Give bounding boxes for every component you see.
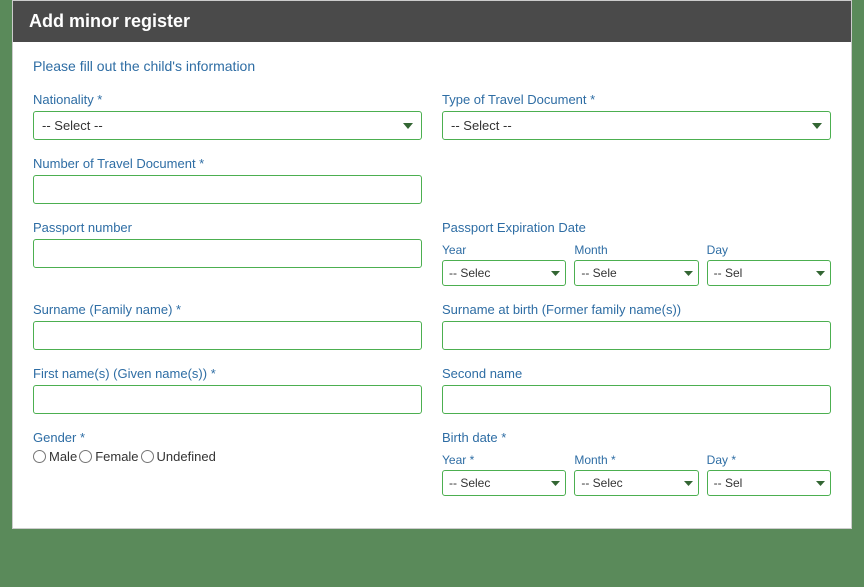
second-name-input[interactable] [442, 385, 831, 414]
gender-female-text: Female [95, 449, 138, 464]
surname-birth-input[interactable] [442, 321, 831, 350]
birth-day-col: Day * -- Sel [707, 453, 831, 496]
expiry-month-col: Month -- Sele [574, 243, 698, 286]
modal-body: Please fill out the child's information … [13, 42, 851, 528]
first-name-col: First name(s) (Given name(s)) * [33, 366, 422, 414]
expiry-year-select[interactable]: -- Selec [442, 260, 566, 286]
expiry-year-label: Year [442, 243, 466, 257]
modal-overlay: Add minor register Please fill out the c… [0, 0, 864, 587]
nationality-col: Nationality * -- Select -- [33, 92, 422, 140]
birth-day-select[interactable]: -- Sel [707, 470, 831, 496]
empty-col-2 [442, 156, 831, 204]
expiry-month-label: Month [574, 243, 607, 257]
passport-expiry-col: Passport Expiration Date Year -- Selec M… [442, 220, 831, 286]
form-row-5: First name(s) (Given name(s)) * Second n… [33, 366, 831, 414]
expiry-year-col: Year -- Selec [442, 243, 566, 286]
passport-expiry-label: Passport Expiration Date [442, 220, 831, 235]
gender-undefined-text: Undefined [157, 449, 216, 464]
birth-year-select[interactable]: -- Selec [442, 470, 566, 496]
second-name-col: Second name [442, 366, 831, 414]
travel-doc-number-input[interactable] [33, 175, 422, 204]
travel-doc-type-select[interactable]: -- Select -- [442, 111, 831, 140]
gender-female-radio[interactable] [79, 450, 92, 463]
travel-doc-number-col: Number of Travel Document * [33, 156, 422, 204]
travel-doc-number-label: Number of Travel Document * [33, 156, 422, 171]
gender-undefined-label[interactable]: Undefined [141, 449, 216, 464]
birth-year-col: Year * -- Selec [442, 453, 566, 496]
surname-label: Surname (Family name) * [33, 302, 422, 317]
birth-date-group: Year * -- Selec Month * -- Selec [442, 453, 831, 496]
passport-number-label: Passport number [33, 220, 422, 235]
gender-female-label[interactable]: Female [79, 449, 138, 464]
passport-number-input[interactable] [33, 239, 422, 268]
surname-birth-label: Surname at birth (Former family name(s)) [442, 302, 831, 317]
expiry-day-select[interactable]: -- Sel [707, 260, 831, 286]
first-name-label: First name(s) (Given name(s)) * [33, 366, 422, 381]
expiry-day-col: Day -- Sel [707, 243, 831, 286]
form-row-4: Surname (Family name) * Surname at birth… [33, 302, 831, 350]
travel-doc-type-label: Type of Travel Document * [442, 92, 831, 107]
expiry-month-select[interactable]: -- Sele [574, 260, 698, 286]
form-row-2: Number of Travel Document * [33, 156, 831, 204]
nationality-select[interactable]: -- Select -- [33, 111, 422, 140]
birth-year-label: Year * [442, 453, 566, 467]
modal-title: Add minor register [29, 11, 835, 32]
passport-expiry-group: Year -- Selec Month -- Sele [442, 243, 831, 286]
modal-header: Add minor register [13, 1, 851, 42]
gender-col: Gender * Male Female Undefined [33, 430, 422, 496]
surname-col: Surname (Family name) * [33, 302, 422, 350]
gender-male-label[interactable]: Male [33, 449, 77, 464]
birth-month-label: Month * [574, 453, 698, 467]
second-name-label: Second name [442, 366, 831, 381]
birth-date-label: Birth date * [442, 430, 831, 445]
form-row-3: Passport number Passport Expiration Date… [33, 220, 831, 286]
gender-options: Male Female Undefined [33, 449, 422, 464]
surname-input[interactable] [33, 321, 422, 350]
passport-number-col: Passport number [33, 220, 422, 286]
form-row-1: Nationality * -- Select -- Type of Trave… [33, 92, 831, 140]
expiry-day-label: Day [707, 243, 728, 257]
gender-label: Gender * [33, 430, 422, 445]
nationality-label: Nationality * [33, 92, 422, 107]
form-row-6: Gender * Male Female Undefined [33, 430, 831, 496]
travel-doc-type-col: Type of Travel Document * -- Select -- [442, 92, 831, 140]
birth-date-col: Birth date * Year * -- Selec Month * -- … [442, 430, 831, 496]
birth-month-select[interactable]: -- Selec [574, 470, 698, 496]
surname-birth-col: Surname at birth (Former family name(s)) [442, 302, 831, 350]
gender-undefined-radio[interactable] [141, 450, 154, 463]
modal-container: Add minor register Please fill out the c… [12, 0, 852, 529]
gender-male-text: Male [49, 449, 77, 464]
birth-day-label: Day * [707, 453, 831, 467]
form-subtitle: Please fill out the child's information [33, 58, 831, 74]
first-name-input[interactable] [33, 385, 422, 414]
birth-month-col: Month * -- Selec [574, 453, 698, 496]
gender-male-radio[interactable] [33, 450, 46, 463]
